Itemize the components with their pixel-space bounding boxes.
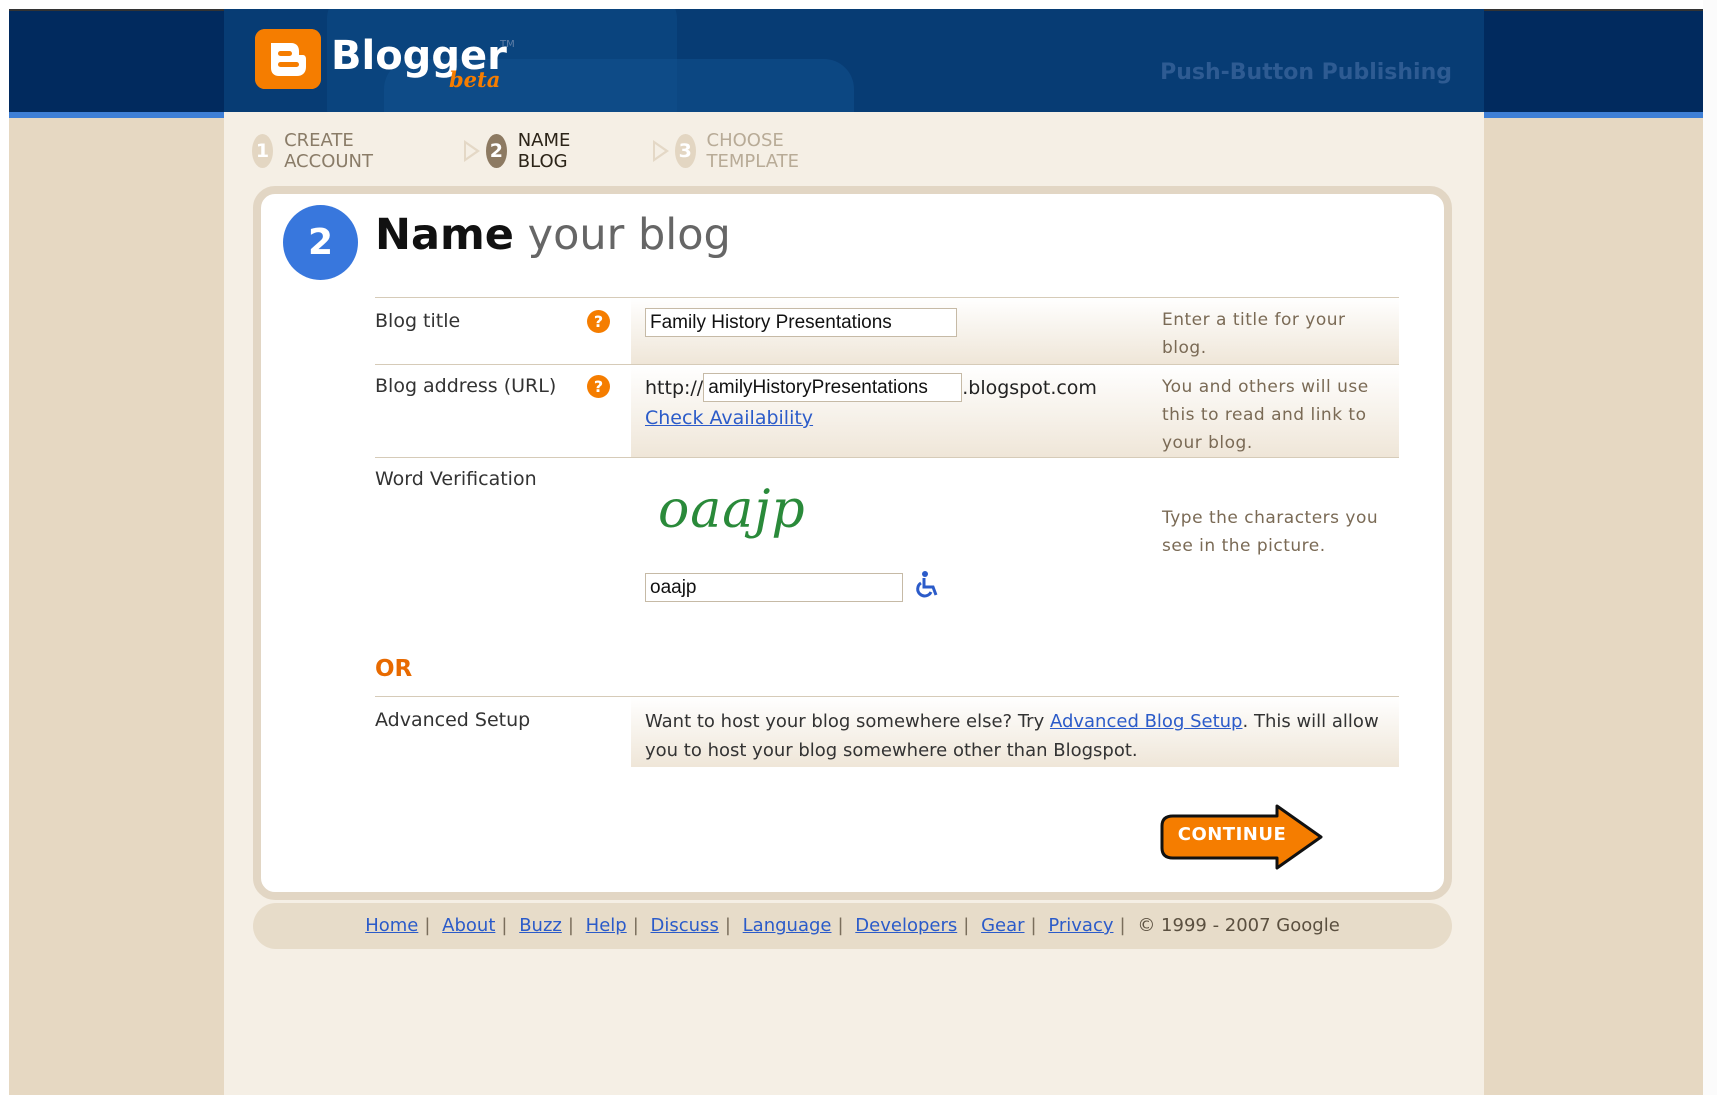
vertical-scrollbar[interactable]: [1703, 0, 1717, 1095]
or-label: OR: [375, 656, 413, 682]
blog-address-description: You and others will use this to read and…: [1162, 377, 1369, 453]
step-name-blog: 2 NAME BLOG: [486, 130, 584, 172]
captcha-image: oaajp: [658, 480, 806, 540]
step-number: 1: [252, 134, 274, 168]
help-icon[interactable]: ?: [587, 310, 610, 333]
blog-address-row: Blog address (URL) ? http:// amilyHistor…: [375, 365, 1399, 457]
advanced-setup-row: Advanced Setup Want to host your blog so…: [375, 697, 1399, 767]
advanced-setup-label: Advanced Setup: [375, 709, 531, 731]
blog-title-label: Blog title: [375, 310, 461, 332]
word-verification-description: Type the characters you see in the pictu…: [1162, 508, 1379, 556]
footer-link-about[interactable]: About: [442, 915, 495, 936]
step-arrow-icon: [464, 140, 480, 162]
url-suffix: .blogspot.com: [962, 376, 1097, 399]
blog-title-row: Blog title ? Family History Presentation…: [375, 298, 1399, 364]
advanced-setup-text: Want to host your blog somewhere else? T…: [645, 707, 1385, 765]
footer-link-developers[interactable]: Developers: [855, 915, 957, 936]
footer-bar: Home | About | Buzz | Help | Discuss | Langua…: [253, 903, 1452, 949]
footer-link-privacy[interactable]: Privacy: [1048, 915, 1113, 936]
blogger-header: Blogger TM beta Push-Button Publishing: [224, 9, 1484, 112]
step-label: NAME BLOG: [517, 130, 571, 172]
browser-viewport: Blogger TM beta Push-Button Publishing 1…: [9, 9, 1703, 1095]
footer-link-discuss[interactable]: Discuss: [651, 915, 719, 936]
footer-link-home[interactable]: Home: [365, 915, 418, 936]
wheelchair-icon[interactable]: [913, 570, 943, 600]
step-choose-template: 3 CHOOSE TEMPLATE: [675, 130, 812, 172]
advanced-text-before: Want to host your blog somewhere else? T…: [645, 711, 1050, 732]
trademark: TM: [500, 39, 515, 50]
step-create-account: 1 CREATE ACCOUNT: [252, 130, 386, 172]
blog-address-label: Blog address (URL): [375, 375, 557, 397]
check-availability-link[interactable]: Check Availability: [645, 407, 813, 429]
word-verification-row: Word Verification oaajp oaajp Type the c…: [375, 458, 1399, 628]
page-title-bold: Name: [375, 210, 514, 260]
step-badge: 2: [283, 205, 358, 280]
beta-badge: beta: [449, 67, 501, 92]
word-verification-label: Word Verification: [375, 468, 537, 490]
blogger-logo-icon[interactable]: [255, 29, 321, 89]
blog-title-input[interactable]: Family History Presentations: [645, 308, 957, 337]
tagline: Push-Button Publishing: [1160, 60, 1452, 85]
step-label: CREATE ACCOUNT: [284, 130, 373, 172]
help-icon[interactable]: ?: [587, 375, 610, 398]
footer-link-gear[interactable]: Gear: [981, 915, 1024, 936]
footer-link-language[interactable]: Language: [743, 915, 832, 936]
step-number: 2: [486, 134, 507, 168]
step-label: CHOOSE TEMPLATE: [706, 130, 800, 172]
url-field-group: http:// amilyHistoryPresentations .blogs…: [645, 373, 1097, 402]
advanced-blog-setup-link[interactable]: Advanced Blog Setup: [1050, 711, 1243, 732]
footer-link-buzz[interactable]: Buzz: [519, 915, 562, 936]
step-arrow-icon: [653, 140, 669, 162]
continue-label: CONTINUE: [1177, 824, 1287, 845]
blog-title-description: Enter a title for your blog.: [1162, 310, 1346, 358]
continue-button[interactable]: CONTINUE: [1159, 804, 1329, 870]
page-content: Blogger TM beta Push-Button Publishing 1…: [224, 9, 1484, 1095]
step-number: 3: [675, 134, 696, 168]
footer-link-help[interactable]: Help: [586, 915, 627, 936]
blog-address-input[interactable]: amilyHistoryPresentations: [703, 373, 963, 402]
url-prefix: http://: [645, 376, 704, 399]
name-blog-card: 2 Name your blog Blog title ? Family His…: [253, 186, 1452, 900]
copyright: © 1999 - 2007 Google: [1137, 915, 1340, 936]
word-verification-input[interactable]: oaajp: [645, 573, 903, 602]
page-title: Name your blog: [375, 210, 731, 260]
page-title-rest: your blog: [527, 210, 731, 260]
